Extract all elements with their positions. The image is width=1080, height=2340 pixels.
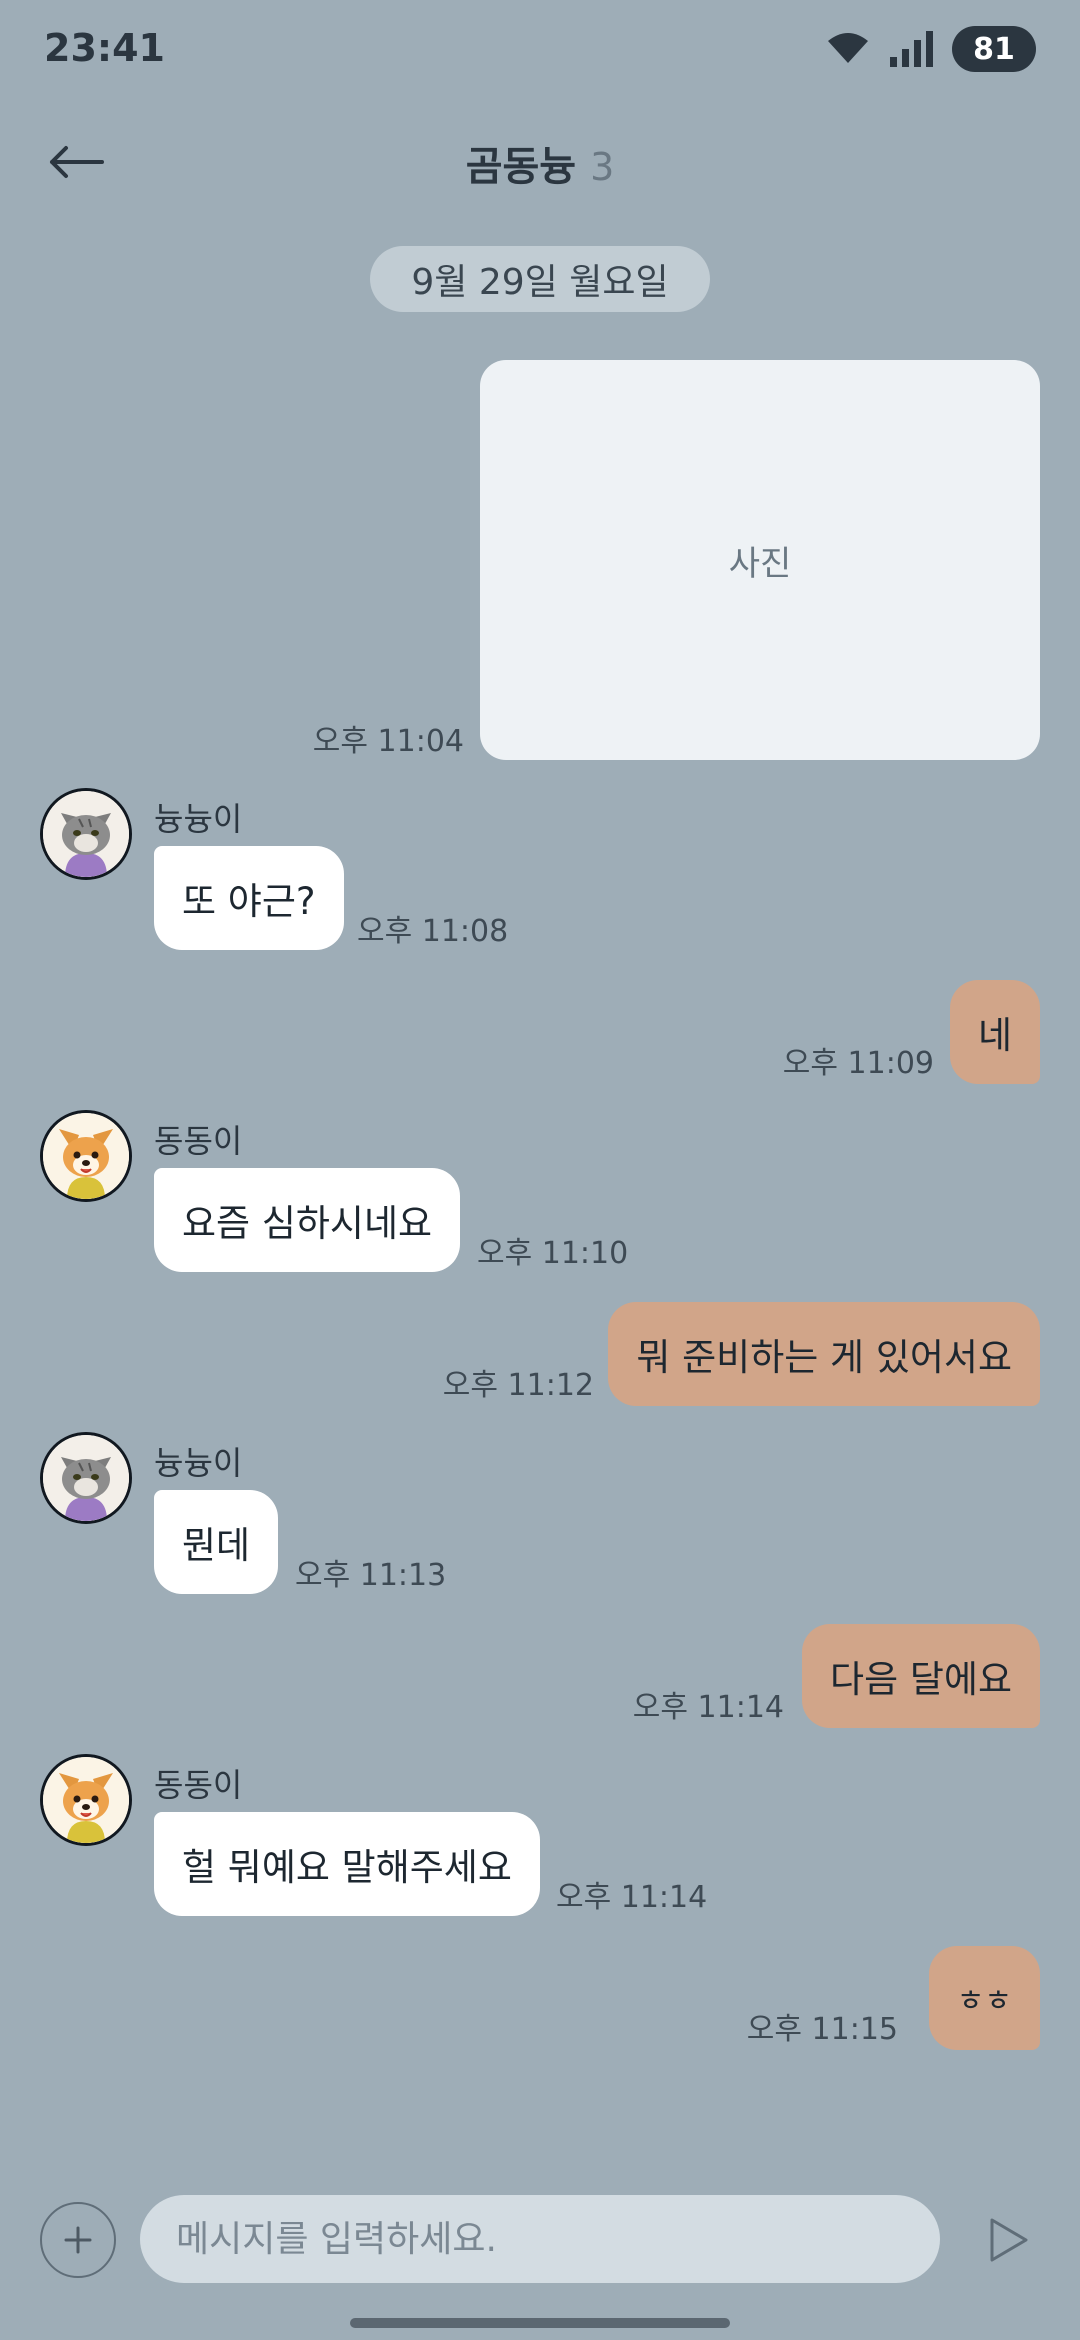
message-time: 오후 11:13 [295, 1558, 447, 1593]
attach-button[interactable] [40, 2202, 116, 2278]
chat-header: 곰동늉 3 [0, 120, 1080, 206]
message-bubble-incoming[interactable]: 뭔데 [154, 1490, 279, 1594]
home-indicator[interactable] [350, 2318, 730, 2328]
wifi-icon [828, 33, 868, 63]
message-bubble-incoming[interactable]: 요즘 심하시네요 [154, 1168, 461, 1272]
sender-name: 동동이 [154, 1122, 243, 1160]
send-button[interactable] [972, 2204, 1044, 2276]
date-divider: 9월 29일 월요일 [370, 246, 710, 312]
message-bubble-incoming[interactable]: 헐 뭐예요 말해주세요 [154, 1812, 540, 1916]
photo-message[interactable]: 사진 [480, 360, 1040, 760]
battery-indicator: 81 [952, 26, 1036, 72]
message-bubble-outgoing[interactable]: 다음 달에요 [802, 1624, 1040, 1728]
plus-icon [64, 2226, 92, 2254]
message-bubble-outgoing[interactable]: ㅎㅎ [928, 1946, 1040, 2050]
message-time: 오후 11:04 [312, 724, 464, 759]
message-time: 오후 11:09 [782, 1046, 934, 1081]
dog-avatar-icon [43, 1113, 129, 1199]
message-composer [0, 2180, 1080, 2300]
avatar-cat[interactable] [40, 1432, 132, 1524]
status-bar: 23:41 81 [0, 0, 1080, 100]
cat-avatar-icon [43, 791, 129, 877]
cat-avatar-icon [43, 1435, 129, 1521]
message-time: 오후 11:10 [477, 1236, 629, 1271]
message-bubble-outgoing[interactable]: 네 [949, 980, 1040, 1084]
chat-room-name: 곰동늉 [465, 144, 577, 190]
message-time: 오후 11:14 [556, 1880, 708, 1915]
message-time: 오후 11:08 [357, 914, 509, 949]
sender-name: 늉늉이 [154, 800, 243, 838]
sender-name: 늉늉이 [154, 1444, 243, 1482]
status-time: 23:41 [44, 26, 165, 70]
message-bubble-incoming[interactable]: 또 야근? [154, 846, 344, 950]
status-icons: 81 [826, 26, 1036, 72]
send-icon [990, 2218, 1028, 2262]
sender-name: 동동이 [154, 1766, 243, 1804]
message-input[interactable] [140, 2195, 940, 2283]
photo-label: 사진 [728, 543, 792, 584]
member-count: 3 [590, 145, 615, 189]
message-time: 오후 11:14 [632, 1690, 784, 1725]
signal-icon [890, 31, 933, 67]
avatar-dog[interactable] [40, 1110, 132, 1202]
message-time: 오후 11:15 [746, 2012, 898, 2047]
avatar-cat[interactable] [40, 788, 132, 880]
message-time: 오후 11:12 [442, 1368, 594, 1403]
chat-title: 곰동늉 3 [0, 134, 1080, 192]
dog-avatar-icon [43, 1757, 129, 1843]
message-bubble-outgoing[interactable]: 뭐 준비하는 게 있어서요 [608, 1302, 1040, 1406]
avatar-dog[interactable] [40, 1754, 132, 1846]
